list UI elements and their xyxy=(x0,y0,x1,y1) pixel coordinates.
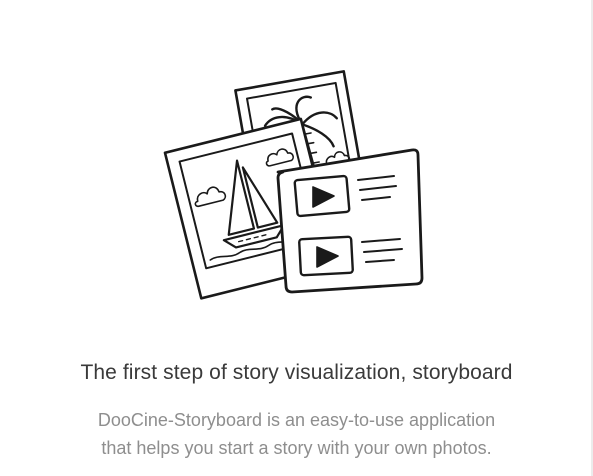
onboarding-headline: The first step of story visualization, s… xyxy=(80,361,513,384)
description-line-1: DooCine-Storyboard is an easy-to-use app… xyxy=(97,410,496,430)
photos-to-storyboard-illustration-icon xyxy=(150,50,450,310)
storyboard-panel xyxy=(276,148,424,294)
onboarding-page: The first step of story visualization, s… xyxy=(0,0,593,476)
onboarding-description: DooCine-Storyboard is an easy-to-use app… xyxy=(0,406,593,462)
description-line-2: that helps you start a story with your o… xyxy=(101,438,492,458)
